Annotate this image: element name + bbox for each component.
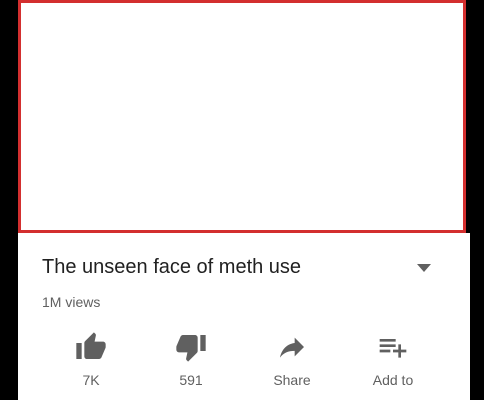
share-arrow-icon [280,337,304,358]
thumbs-up-icon [76,332,106,359]
like-count: 7K [82,372,100,388]
share-label: Share [273,372,311,388]
view-count: 1M views [42,294,101,310]
video-player[interactable] [18,0,466,233]
dislike-button[interactable]: 591 [151,329,231,393]
thumbs-down-icon [176,335,206,362]
video-title: The unseen face of meth use [42,256,302,278]
playlist-add-icon [379,339,407,358]
add-to-label: Add to [372,372,414,388]
screen: The unseen face of meth use 1M views 7K … [0,0,484,400]
like-button[interactable]: 7K [51,329,131,393]
dislike-count: 591 [179,372,203,388]
chevron-down-icon[interactable] [415,262,433,274]
share-button[interactable]: Share [252,329,332,393]
add-to-button[interactable]: Add to [353,329,433,393]
video-info-panel: The unseen face of meth use 1M views 7K … [18,233,470,400]
action-bar: 7K 591 Share Add to [18,329,470,399]
